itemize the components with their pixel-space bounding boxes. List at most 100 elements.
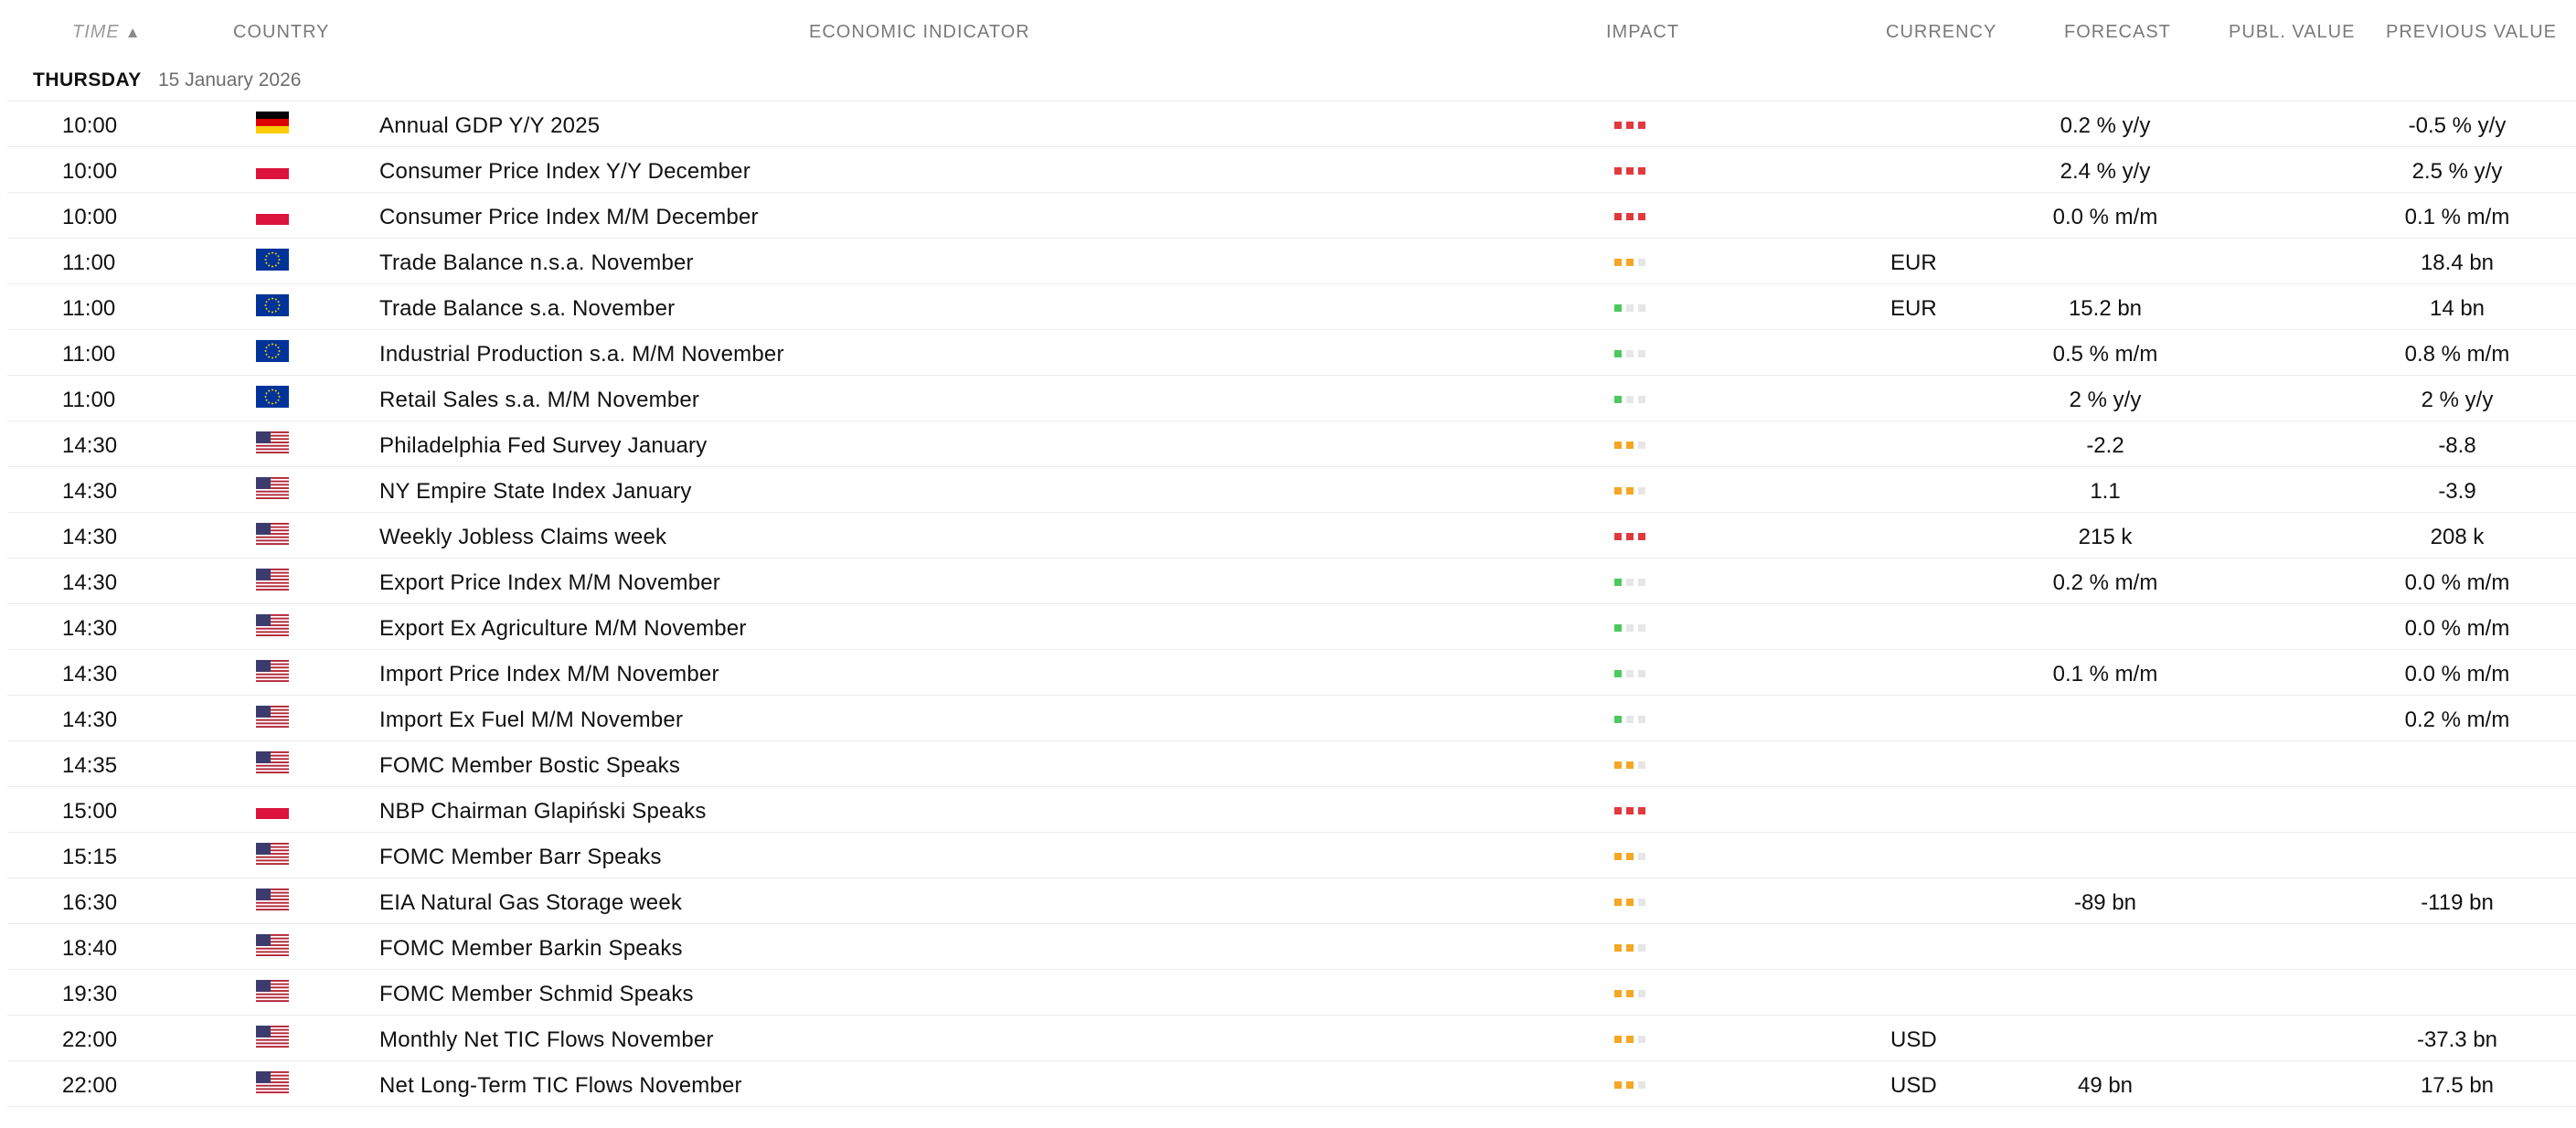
flag-usa-icon xyxy=(256,1071,289,1093)
event-time: 22:00 xyxy=(62,1073,118,1098)
impact-dot xyxy=(1614,213,1622,220)
impact-high-icon xyxy=(1609,167,1655,175)
event-row[interactable]: 14:30 Export Ex Agriculture M/M November 0… xyxy=(7,604,2576,650)
impact-dot xyxy=(1626,761,1634,769)
event-row[interactable]: 19:30 FOMC Member Schmid Speaks xyxy=(7,970,2576,1016)
event-time: 19:30 xyxy=(62,982,118,1006)
impact-dot xyxy=(1638,487,1645,495)
event-indicator: Trade Balance s.a. November xyxy=(379,296,676,321)
event-row[interactable]: 10:00 Consumer Price Index Y/Y December 2.… xyxy=(7,147,2576,193)
impact-medium-icon xyxy=(1609,1081,1655,1089)
event-time: 11:00 xyxy=(62,388,116,412)
impact-dot xyxy=(1638,442,1645,449)
event-indicator: Annual GDP Y/Y 2025 xyxy=(379,113,601,138)
event-list: 10:00 Annual GDP Y/Y 2025 0.2 % y/y -0.5 % … xyxy=(7,101,2576,1107)
event-row[interactable]: 15:00 NBP Chairman Glapiński Speaks xyxy=(7,787,2576,833)
event-row[interactable]: 14:30 NY Empire State Index January 1.1 -3.… xyxy=(7,467,2576,513)
event-indicator: Trade Balance n.s.a. November xyxy=(379,250,694,275)
event-indicator: EIA Natural Gas Storage week xyxy=(379,890,683,915)
event-time: 15:15 xyxy=(62,845,118,869)
column-header-currency: CURRENCY xyxy=(1886,22,1997,42)
event-row[interactable]: 14:30 Weekly Jobless Claims week 215 k 208 … xyxy=(7,513,2576,559)
event-row[interactable]: 10:00 Consumer Price Index M/M December 0.… xyxy=(7,193,2576,239)
impact-dot xyxy=(1626,533,1634,540)
impact-dot xyxy=(1638,213,1645,220)
impact-dot xyxy=(1626,1036,1634,1043)
day-group-header: THURSDAY 15 January 2026 xyxy=(7,62,2576,101)
impact-dot xyxy=(1638,990,1645,997)
column-header-time[interactable]: TIME ▲ xyxy=(72,22,142,43)
impact-medium-icon xyxy=(1609,487,1655,495)
impact-low-icon xyxy=(1609,396,1655,403)
impact-dot xyxy=(1626,944,1634,952)
impact-dot xyxy=(1638,396,1645,403)
event-row[interactable]: 14:35 FOMC Member Bostic Speaks xyxy=(7,741,2576,787)
event-row[interactable]: 15:15 FOMC Member Barr Speaks xyxy=(7,833,2576,878)
event-row[interactable]: 14:30 Export Price Index M/M November 0.2 … xyxy=(7,559,2576,604)
impact-dot xyxy=(1626,807,1634,814)
impact-dot xyxy=(1638,624,1645,632)
event-indicator: Weekly Jobless Claims week xyxy=(379,525,667,549)
impact-dot xyxy=(1626,259,1634,266)
event-forecast: 0.5 % m/m xyxy=(2052,342,2158,367)
flag-usa-icon xyxy=(256,889,289,910)
event-time: 15:00 xyxy=(62,799,118,824)
event-row[interactable]: 14:30 Import Price Index M/M November 0.1 … xyxy=(7,650,2576,696)
flag-usa-icon xyxy=(256,706,289,728)
event-indicator: Consumer Price Index Y/Y December xyxy=(379,159,750,184)
sort-ascending-icon[interactable]: ▲ xyxy=(125,24,142,41)
flag-germany-icon xyxy=(256,112,289,133)
event-currency: USD xyxy=(1890,1073,1937,1098)
event-time: 11:00 xyxy=(62,296,116,321)
economic-calendar: TIME ▲ COUNTRY ECONOMIC INDICATOR IMPACT … xyxy=(0,0,2576,1128)
event-time: 14:30 xyxy=(62,525,118,549)
impact-low-icon xyxy=(1609,350,1655,357)
impact-low-icon xyxy=(1609,624,1655,632)
event-indicator: Export Ex Agriculture M/M November xyxy=(379,616,747,641)
flag-eu-icon xyxy=(256,340,289,362)
event-indicator: FOMC Member Bostic Speaks xyxy=(379,753,681,778)
event-indicator: Import Price Index M/M November xyxy=(379,662,719,686)
event-previous-value: 2 % y/y xyxy=(2421,388,2494,412)
event-currency: EUR xyxy=(1890,250,1937,275)
event-previous-value: 17.5 bn xyxy=(2420,1073,2495,1098)
event-time: 10:00 xyxy=(62,205,118,229)
impact-medium-icon xyxy=(1609,761,1655,769)
impact-dot xyxy=(1614,442,1622,449)
impact-dot xyxy=(1638,944,1645,952)
impact-low-icon xyxy=(1609,579,1655,586)
column-header-publ-value: PUBL. VALUE xyxy=(2229,22,2356,42)
event-row[interactable]: 18:40 FOMC Member Barkin Speaks xyxy=(7,924,2576,970)
event-row[interactable]: 16:30 EIA Natural Gas Storage week -89 bn -… xyxy=(7,878,2576,924)
impact-dot xyxy=(1626,624,1634,632)
impact-medium-icon xyxy=(1609,944,1655,952)
impact-dot xyxy=(1626,350,1634,357)
column-header-forecast: FORECAST xyxy=(2064,22,2171,42)
impact-dot xyxy=(1614,487,1622,495)
impact-low-icon xyxy=(1609,670,1655,677)
event-previous-value: 0.0 % m/m xyxy=(2404,662,2510,686)
impact-dot xyxy=(1638,533,1645,540)
event-row[interactable]: 14:30 Philadelphia Fed Survey January -2.2… xyxy=(7,421,2576,467)
impact-medium-icon xyxy=(1609,259,1655,266)
flag-usa-icon xyxy=(256,843,289,865)
event-time: 14:30 xyxy=(62,433,118,458)
impact-dot xyxy=(1614,807,1622,814)
impact-dot xyxy=(1638,1036,1645,1043)
event-forecast: 215 k xyxy=(2078,525,2133,549)
event-forecast: -2.2 xyxy=(2086,433,2124,458)
event-time: 11:00 xyxy=(62,342,116,367)
event-row[interactable]: 11:00 Industrial Production s.a. M/M Nove… xyxy=(7,330,2576,376)
event-indicator: NY Empire State Index January xyxy=(379,479,692,504)
impact-dot xyxy=(1626,487,1634,495)
event-row[interactable]: 22:00 Monthly Net TIC Flows November USD -3… xyxy=(7,1016,2576,1061)
event-row[interactable]: 11:00 Retail Sales s.a. M/M November 2 % y… xyxy=(7,376,2576,421)
event-time: 14:30 xyxy=(62,662,118,686)
event-row[interactable]: 10:00 Annual GDP Y/Y 2025 0.2 % y/y -0.5 % … xyxy=(7,101,2576,147)
event-row[interactable]: 11:00 Trade Balance s.a. November EUR 15.2 … xyxy=(7,284,2576,330)
event-row[interactable]: 22:00 Net Long-Term TIC Flows November USD… xyxy=(7,1061,2576,1107)
event-row[interactable]: 14:30 Import Ex Fuel M/M November 0.2 % m/… xyxy=(7,696,2576,741)
flag-usa-icon xyxy=(256,1026,289,1048)
event-row[interactable]: 11:00 Trade Balance n.s.a. November EUR 18.… xyxy=(7,239,2576,284)
impact-high-icon xyxy=(1609,533,1655,540)
